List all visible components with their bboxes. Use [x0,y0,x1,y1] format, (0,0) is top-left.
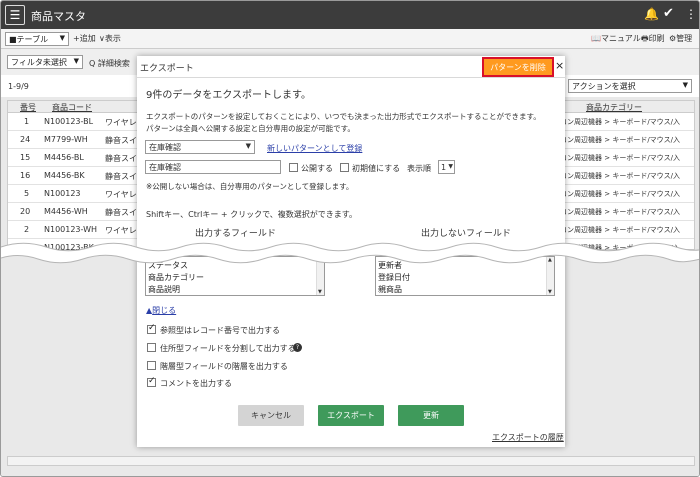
list-item[interactable]: 商品説明 [148,284,180,295]
admin-link[interactable]: ⚙管理 [669,33,692,44]
row-category: コン周辺機器 > キーボード/マウス/入 [560,136,681,144]
cancel-button[interactable]: キャンセル [238,405,304,426]
manual-label: マニュアル [600,34,641,43]
action-select-value: アクションを選択 [572,82,636,91]
export-history-link[interactable]: エクスポートの履歴 [492,432,564,443]
row-category: コン周辺機器 > キーボード/マウス/入 [560,190,681,198]
chevron-down-icon: ▼ [682,81,688,89]
help-icon[interactable]: ? [293,343,302,352]
check-icon[interactable]: ✔ [663,6,674,21]
row-code: N100123-BL [44,117,94,126]
row-code: M4456-BK [44,171,85,180]
dialog-header: エクスポート パターンを削除 × [137,56,565,78]
ref-number-label: 参照型はレコード番号で出力する [160,326,280,335]
update-button[interactable]: 更新 [398,405,464,426]
row-number: 15 [20,153,31,162]
split-address-label: 住所型フィールドを分割して出力する [160,344,296,353]
row-category: コン周辺機器 > キーボード/マウス/入 [560,118,681,126]
row-number: 1 [24,117,30,126]
close-icon[interactable]: × [555,59,564,72]
row-number: 24 [20,135,31,144]
set-default-checkbox[interactable] [340,163,349,172]
row-category: コン周辺機器 > キーボード/マウス/入 [560,208,681,216]
chevron-down-icon: ▼ [448,163,453,170]
hierarchy-label: 階層型フィールドの階層を出力する [160,362,288,371]
view-select-value: ■テーブル [9,35,49,44]
row-number: 16 [20,171,31,180]
list-item[interactable]: 登録日付 [378,272,410,283]
row-number: 2 [24,225,30,234]
pattern-name-input[interactable]: 在庫確認 [145,160,281,174]
column-header-category[interactable]: 商品カテゴリー [586,102,642,113]
multi-select-hint: Shiftキー、Ctrlキー + クリックで、複数選択ができます。 [146,210,358,219]
manual-link[interactable]: 📖マニュアル [591,33,641,44]
filter-select[interactable]: フィルタ未選択 ▼ [7,55,83,69]
menu-icon[interactable]: ☰ [5,5,25,25]
horizontal-scrollbar[interactable] [7,456,695,466]
display-order-value: 1 [441,163,447,172]
split-address-checkbox[interactable] [147,343,156,352]
top-bar: ☰ 商品マスタ 🔔 ✔ ⋮ [1,1,699,29]
column-header-code[interactable]: 商品コード [52,102,92,113]
filter-select-value: フィルタ未選択 [11,58,67,67]
column-header-number[interactable]: 番号 [20,102,36,113]
row-code: M7799-WH [44,135,88,144]
row-code: M4456-WH [44,207,88,216]
publish-label: 公開する [301,164,333,173]
export-count-heading: 9件のデータをエクスポートします。 [146,90,312,101]
chevron-down-icon: ▼ [59,34,65,42]
delete-pattern-button[interactable]: パターンを削除 [482,57,554,77]
register-new-pattern-link[interactable]: 新しいパターンとして登録 [267,143,362,154]
record-count: 1-9/9 [8,82,29,91]
display-order-select[interactable]: 1 ▼ [438,160,455,174]
action-select[interactable]: アクションを選択 ▼ [568,79,692,93]
print-label: 印刷 [648,34,665,43]
display-button[interactable]: ∨表示 [99,33,121,44]
pattern-description-1: エクスポートのパターンを設定しておくことにより、いつでも決まった出力形式でエクス… [146,112,541,121]
ref-number-checkbox[interactable] [147,323,156,334]
comments-label: コメントを出力する [160,379,232,388]
torn-edge-divider [1,242,699,264]
row-number: 20 [20,207,31,216]
toolbar: ■テーブル ▼ +追加 ∨表示 📖マニュアル 🖶印刷 ⚙管理 [1,29,699,49]
set-default-label: 初期値にする [352,164,401,173]
display-order-label: 表示順 [407,164,431,173]
row-number: 5 [24,189,30,198]
chevron-down-icon: ▼ [73,57,79,65]
list-item[interactable]: 商品カテゴリー [148,272,204,283]
app-title: 商品マスタ [31,10,86,23]
list-item[interactable]: 親商品 [378,284,402,295]
scroll-down-icon[interactable]: ▼ [548,289,552,295]
private-pattern-note: ※公開しない場合は、自分専用のパターンとして登録します。 [146,182,354,191]
row-category: コン周辺機器 > キーボード/マウス/入 [560,154,681,162]
comments-checkbox[interactable] [147,376,156,387]
advanced-search-button[interactable]: Q 詳細検索 [89,58,130,69]
collapse-toggle[interactable]: ▲閉じる [146,305,176,316]
print-link[interactable]: 🖶印刷 [641,33,665,47]
export-button[interactable]: エクスポート [318,405,384,426]
chevron-down-icon: ▼ [245,142,251,150]
pattern-select[interactable]: 在庫確認 ▼ [145,140,255,154]
pattern-select-value: 在庫確認 [149,143,181,152]
publish-checkbox[interactable] [289,163,298,172]
add-button[interactable]: +追加 [73,33,96,44]
row-category: コン周辺機器 > キーボード/マウス/入 [560,226,681,234]
view-select[interactable]: ■テーブル ▼ [5,32,69,46]
row-code: M4456-BL [44,153,84,162]
pattern-description-2: パターンは全員へ公開する設定と自分専用の設定が可能です。 [146,124,355,133]
app-window: ☰ 商品マスタ 🔔 ✔ ⋮ ■テーブル ▼ +追加 ∨表示 📖マニュアル 🖶印刷 … [0,0,700,477]
hierarchy-checkbox[interactable] [147,361,156,370]
admin-label: 管理 [676,34,693,43]
more-vertical-icon[interactable]: ⋮ [685,7,697,21]
dialog-title: エクスポート [140,64,194,74]
row-category: コン周辺機器 > キーボード/マウス/入 [560,172,681,180]
collapse-label: 閉じる [152,306,177,315]
row-code: N100123 [44,189,81,198]
row-code: N100123-WH [44,225,98,234]
scroll-down-icon[interactable]: ▼ [318,289,322,295]
bell-icon[interactable]: 🔔 [644,7,659,21]
